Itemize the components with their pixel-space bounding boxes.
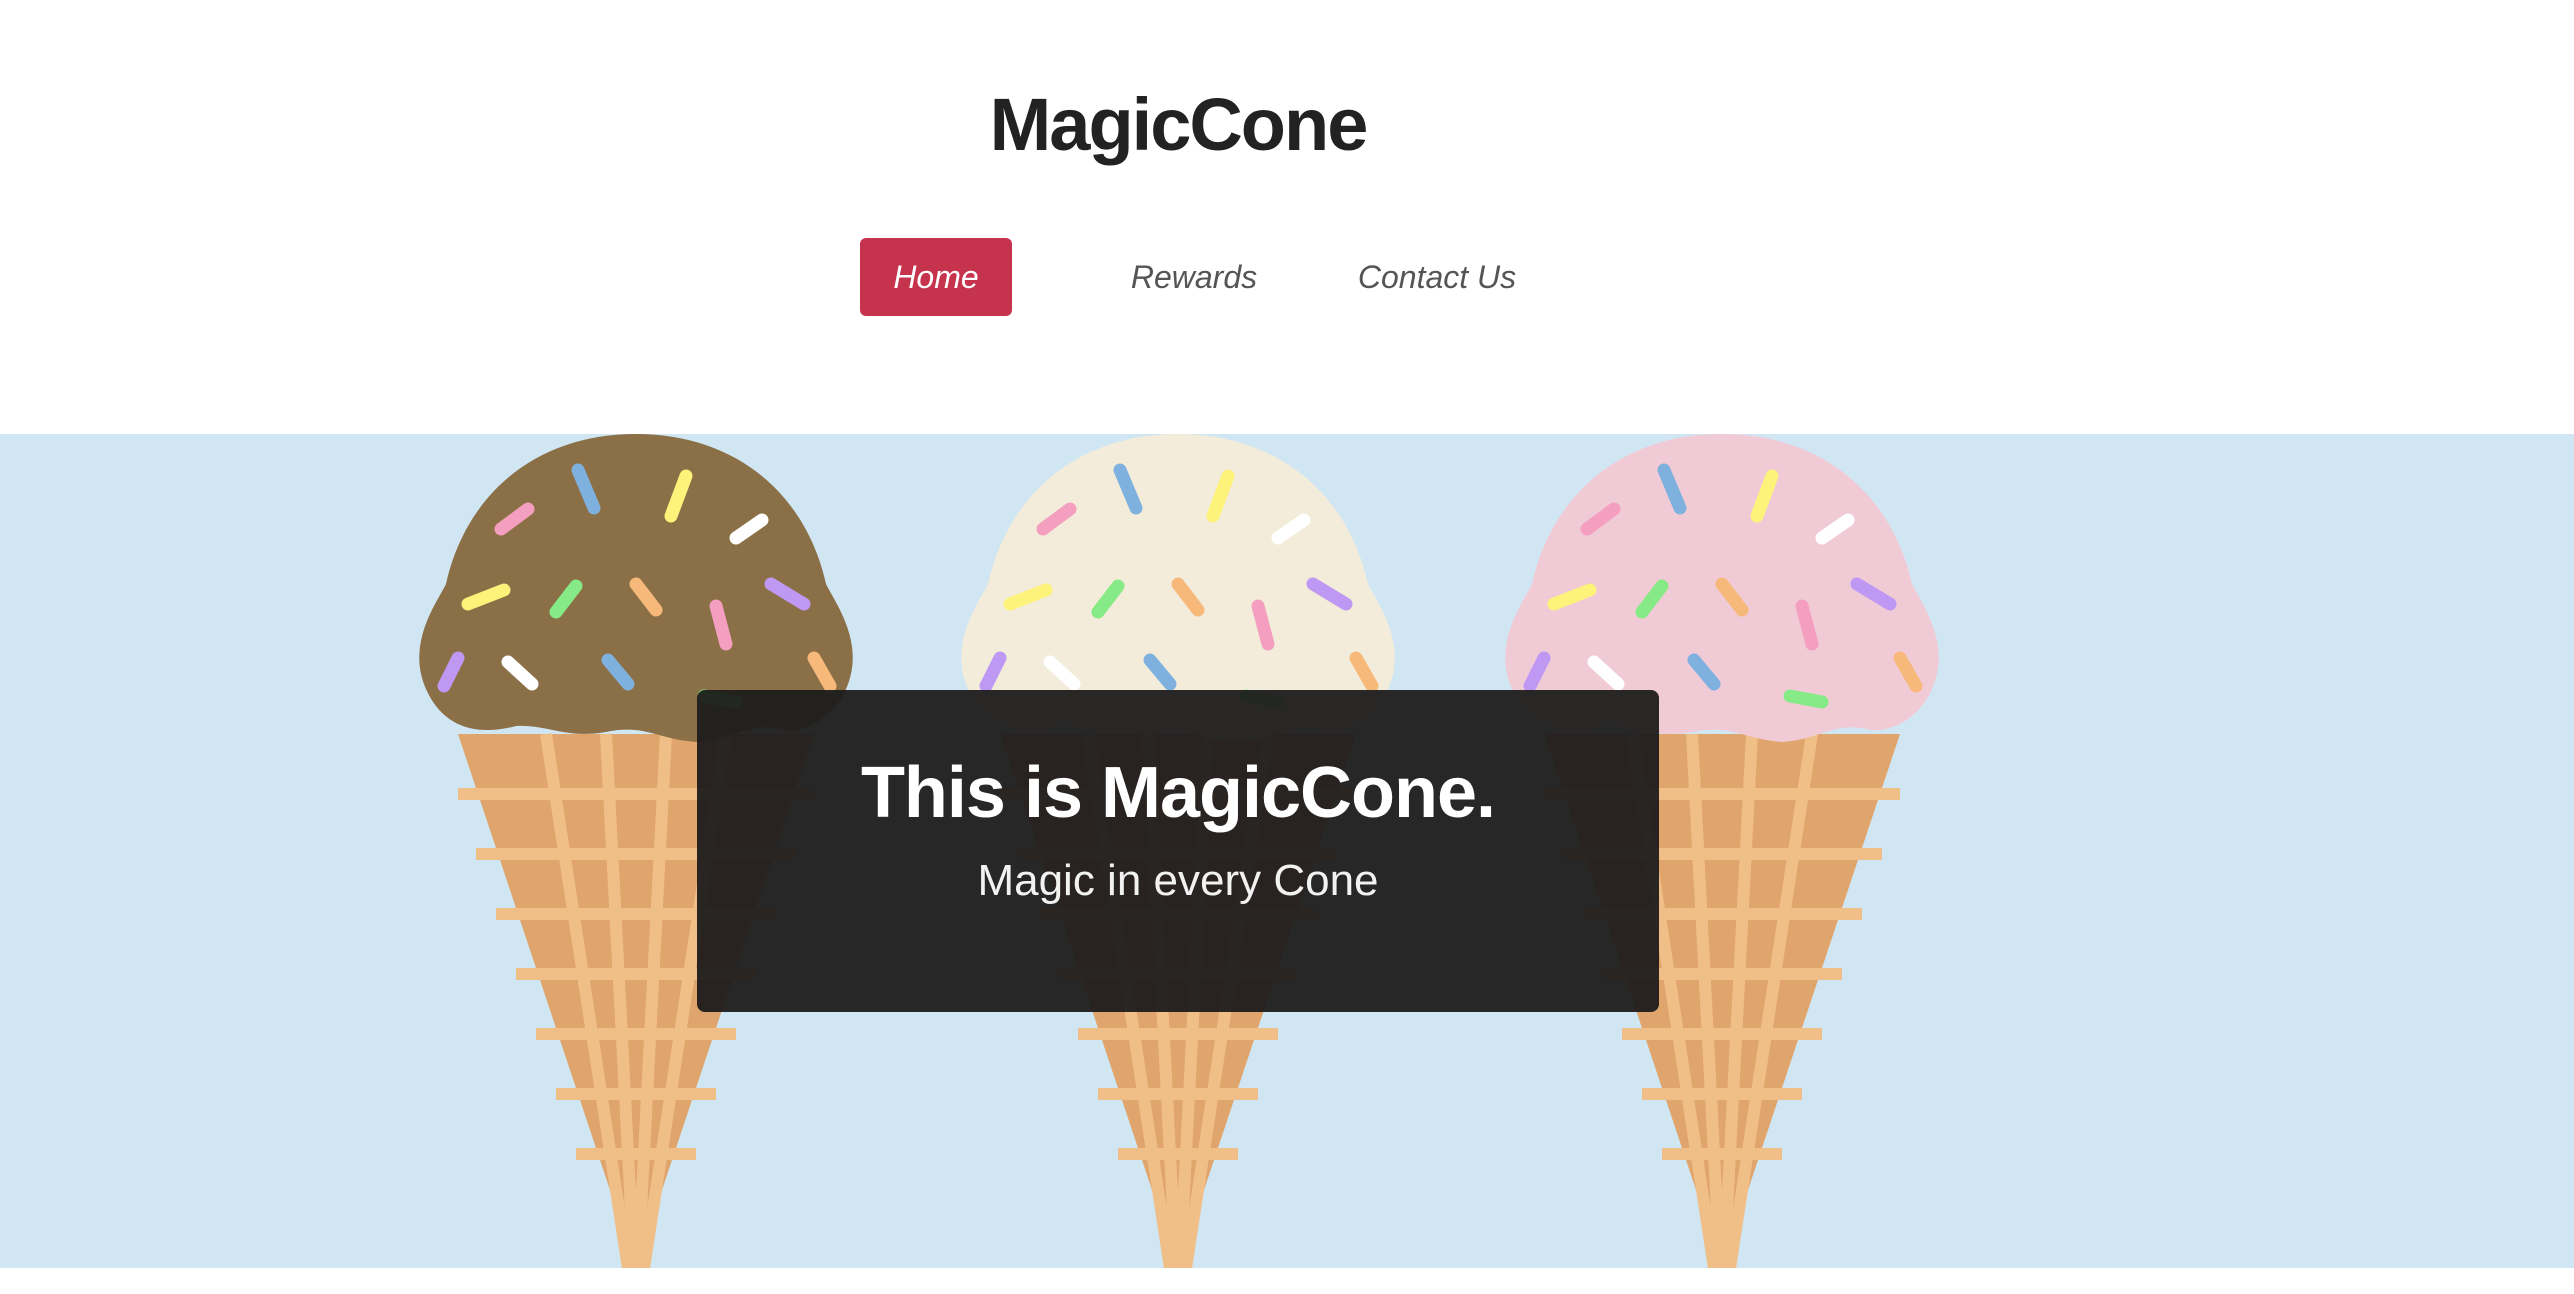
hero-banner: This is MagicCone. Magic in every Cone: [0, 434, 2574, 1268]
hero-subtitle: Magic in every Cone: [977, 856, 1379, 905]
site-logo-text[interactable]: MagicCone: [0, 82, 2356, 167]
hero-card: This is MagicCone. Magic in every Cone: [697, 690, 1659, 1012]
nav-contact-link[interactable]: Contact Us: [1352, 238, 1522, 316]
hero-title: This is MagicCone.: [860, 753, 1496, 833]
nav-home-link[interactable]: Home: [860, 238, 1012, 316]
nav-rewards-link[interactable]: Rewards: [1112, 238, 1276, 316]
main-nav: Home Rewards Contact Us: [0, 238, 2574, 318]
